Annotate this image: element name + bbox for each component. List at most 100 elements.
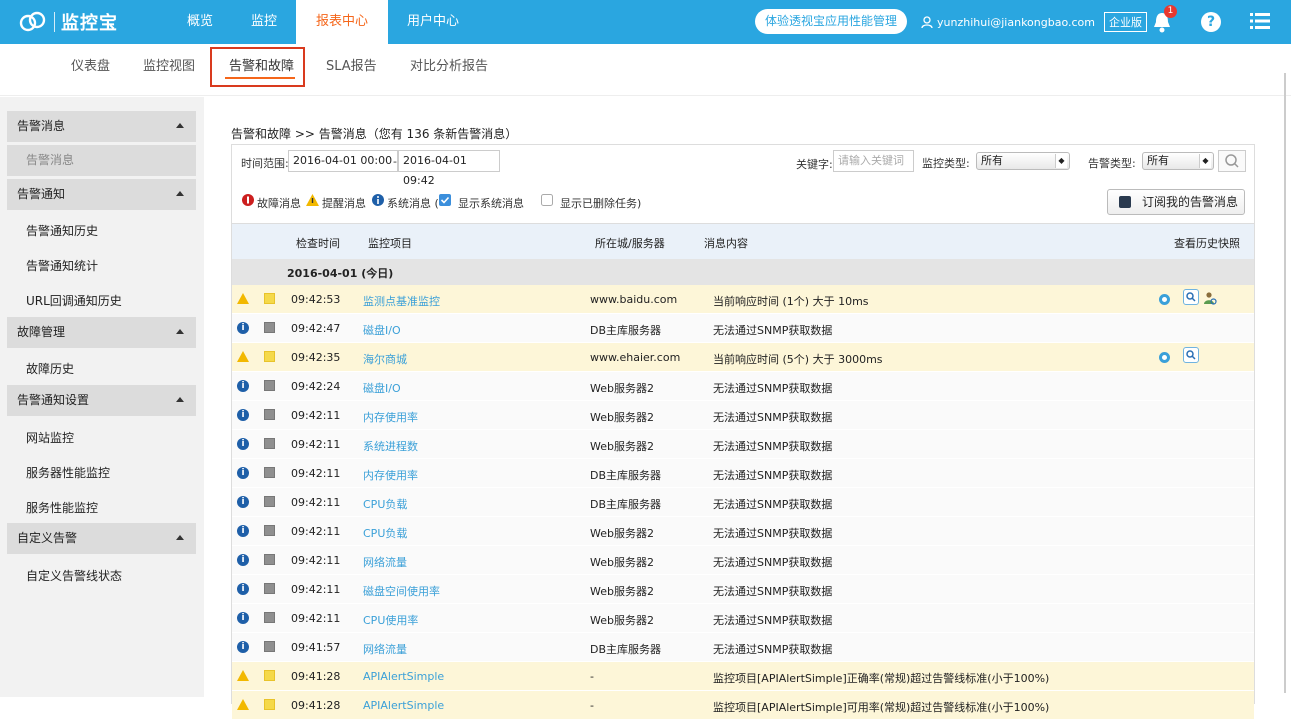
message-status-icon[interactable] [264,583,275,594]
message-status-icon[interactable] [264,438,275,449]
monitor-item-link[interactable]: CPU负载 [363,525,407,541]
sidebar-item-url-callback-history[interactable]: URL回调通知历史 [26,292,122,309]
monitor-item-link[interactable]: 系统进程数 [363,438,418,454]
time-range-label: 时间范围: [241,157,289,170]
sidebar-item-notify-stats[interactable]: 告警通知统计 [26,257,98,274]
nav-report-center[interactable]: 报表中心 [296,0,389,44]
monitor-item-link[interactable]: 海尔商城 [363,351,407,367]
monitor-item-link[interactable]: CPU使用率 [363,612,418,628]
message-status-icon[interactable] [264,525,275,536]
info-icon: i [237,641,249,653]
sidebar-item-website-monitor[interactable]: 网站监控 [26,429,74,446]
table-row[interactable]: i 09:42:24 磁盘I/O Web服务器2 无法通过SNMP获取数据 [232,372,1254,401]
check-time: 09:42:11 [291,496,341,509]
monitor-item-link[interactable]: 内存使用率 [363,409,418,425]
snapshot-view-icon[interactable] [1159,352,1170,363]
menu-list-icon[interactable] [1250,12,1270,30]
monitor-item-link[interactable]: 监测点基准监控 [363,293,440,309]
message-status-icon[interactable] [264,351,275,362]
table-row[interactable]: i 09:42:11 CPU负载 Web服务器2 无法通过SNMP获取数据 [232,517,1254,546]
snapshot-view-icon[interactable] [1159,294,1170,305]
table-row[interactable]: i 09:42:11 CPU使用率 Web服务器2 无法通过SNMP获取数据 [232,604,1254,633]
message-status-icon[interactable] [264,554,275,565]
message-status-icon[interactable] [264,322,275,333]
alert-type-select[interactable]: 所有 ◆ [1142,152,1214,170]
sidebar-group-alert-notify[interactable]: 告警通知 [7,179,196,210]
monitor-item-link[interactable]: 磁盘空间使用率 [363,583,440,599]
monitor-item-link[interactable]: APIAlertSimple [363,699,444,712]
user-snapshot-icon[interactable] [1203,291,1217,305]
check-time: 09:42:11 [291,467,341,480]
subnav-compare-report[interactable]: 对比分析报告 [410,55,488,74]
sidebar-item-server-perf-monitor[interactable]: 服务器性能监控 [26,464,110,481]
logo[interactable]: 监控宝 [18,9,168,35]
monitor-item-link[interactable]: 磁盘I/O [363,380,401,396]
table-row[interactable]: 09:41:28 APIAlertSimple - 监控项目[APIAlertSimp… [232,691,1254,720]
collapse-caret-icon[interactable] [176,123,184,128]
subnav-sla-report[interactable]: SLA报告 [326,55,377,74]
sidebar-group-fault-management[interactable]: 故障管理 [7,317,196,348]
time-from-input[interactable]: 2016-04-01 00:00 [288,150,398,172]
magnify-snapshot-icon[interactable] [1183,347,1199,363]
user-account[interactable]: yunzhihui@jiankongbao.com 企业版 [921,0,1147,44]
collapse-caret-icon[interactable] [176,535,184,540]
keyword-input[interactable]: 请输入关键词 [833,150,914,172]
monitor-item-link[interactable]: 内存使用率 [363,467,418,483]
message-status-icon[interactable] [264,496,275,507]
sidebar-group-alert-messages[interactable]: 告警消息 [7,111,196,142]
message-status-icon[interactable] [264,293,275,304]
message-status-icon[interactable] [264,699,275,710]
sidebar-item-custom-alert-line-status[interactable]: 自定义告警线状态 [26,567,122,584]
table-row[interactable]: 09:42:35 海尔商城 www.ehaier.com 当前响应时间 (5个) 大于… [232,343,1254,372]
subnav-dashboard[interactable]: 仪表盘 [71,55,110,74]
monitor-item-link[interactable]: CPU负载 [363,496,407,512]
table-row[interactable]: i 09:42:11 系统进程数 Web服务器2 无法通过SNMP获取数据 [232,430,1254,459]
table-row[interactable]: 09:41:28 APIAlertSimple - 监控项目[APIAlertSimp… [232,662,1254,691]
help-icon[interactable]: ? [1201,12,1221,32]
monitor-type-select[interactable]: 所有 ◆ [976,152,1070,170]
table-row[interactable]: i 09:41:57 网络流量 DB主库服务器 无法通过SNMP获取数据 [232,633,1254,662]
table-row[interactable]: i 09:42:11 磁盘空间使用率 Web服务器2 无法通过SNMP获取数据 [232,575,1254,604]
table-row[interactable]: 09:42:53 监测点基准监控 www.baidu.com 当前响应时间 (1个) … [232,285,1254,314]
monitor-item-link[interactable]: 磁盘I/O [363,322,401,338]
nav-overview[interactable]: 概览 [168,0,232,44]
collapse-caret-icon[interactable] [176,329,184,334]
sidebar-item-service-perf-monitor[interactable]: 服务性能监控 [26,499,98,516]
magnify-snapshot-icon[interactable] [1183,289,1199,305]
sidebar-group-custom-alert[interactable]: 自定义告警 [7,523,196,554]
nav-monitor[interactable]: 监控 [232,0,296,44]
show-system-checkbox[interactable] [439,194,451,206]
monitor-item-link[interactable]: APIAlertSimple [363,670,444,683]
collapse-caret-icon[interactable] [176,191,184,196]
time-to-input[interactable]: 2016-04-01 09:42 [398,150,500,187]
table-row[interactable]: i 09:42:47 磁盘I/O DB主库服务器 无法通过SNMP获取数据 [232,314,1254,343]
message-status-icon[interactable] [264,670,275,681]
host-cell: - [590,670,594,683]
sidebar-item-alert-messages[interactable]: 告警消息 [7,145,196,176]
page-scrollbar[interactable] [1284,73,1286,693]
message-status-icon[interactable] [264,380,275,391]
table-row[interactable]: i 09:42:11 内存使用率 Web服务器2 无法通过SNMP获取数据 [232,401,1254,430]
table-row[interactable]: i 09:42:11 CPU负载 DB主库服务器 无法通过SNMP获取数据 [232,488,1254,517]
message-cell: 无法通过SNMP获取数据 [713,382,833,395]
search-button[interactable] [1218,150,1246,172]
message-status-icon[interactable] [264,409,275,420]
collapse-caret-icon[interactable] [176,397,184,402]
host-cell: Web服务器2 [590,527,654,540]
message-status-icon[interactable] [264,612,275,623]
monitor-item-link[interactable]: 网络流量 [363,554,407,570]
alert-type-label: 告警类型: [1088,157,1136,170]
sidebar-item-notify-history[interactable]: 告警通知历史 [26,222,98,239]
message-cell: 当前响应时间 (5个) 大于 3000ms [713,353,883,366]
message-status-icon[interactable] [264,641,275,652]
sidebar-group-notify-settings[interactable]: 告警通知设置 [7,385,196,416]
trial-apm-button[interactable]: 体验透视宝应用性能管理 [755,9,908,34]
nav-user-center[interactable]: 用户中心 [388,0,478,44]
subnav-monitor-view[interactable]: 监控视图 [143,55,195,74]
show-deleted-checkbox[interactable] [541,194,553,206]
table-row[interactable]: i 09:42:11 内存使用率 DB主库服务器 无法通过SNMP获取数据 [232,459,1254,488]
monitor-item-link[interactable]: 网络流量 [363,641,407,657]
message-status-icon[interactable] [264,467,275,478]
table-row[interactable]: i 09:42:11 网络流量 Web服务器2 无法通过SNMP获取数据 [232,546,1254,575]
sidebar-item-fault-history[interactable]: 故障历史 [26,360,74,377]
